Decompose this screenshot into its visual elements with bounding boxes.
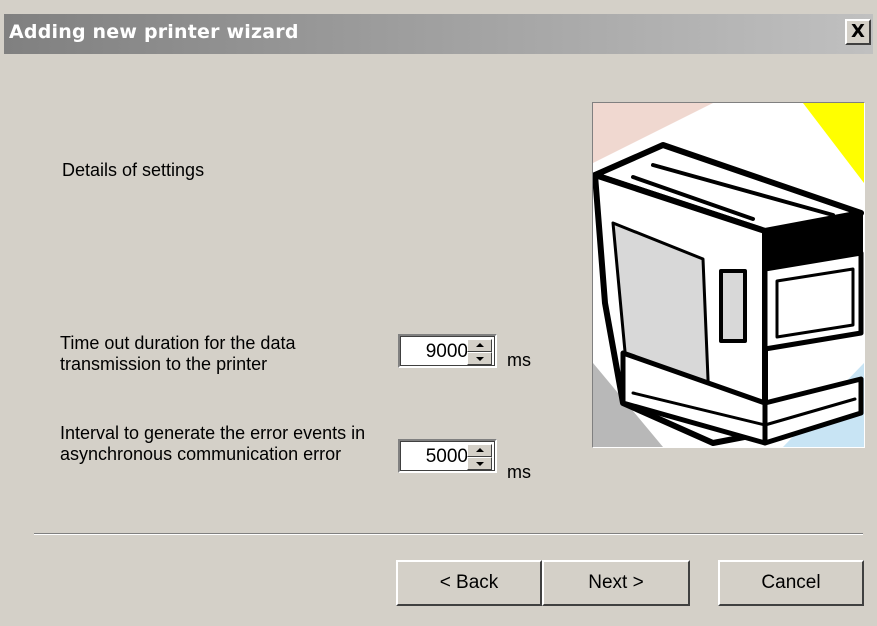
title-bar[interactable]: Adding new printer wizard X bbox=[4, 14, 873, 54]
arrow-up-icon bbox=[476, 448, 484, 452]
wizard-dialog: Adding new printer wizard X Details of s… bbox=[0, 0, 877, 626]
arrow-down-icon bbox=[476, 357, 484, 361]
printer-front-panel bbox=[775, 267, 855, 339]
interval-spin-buttons bbox=[467, 444, 492, 470]
timeout-spinner[interactable] bbox=[398, 334, 497, 368]
separator-line bbox=[34, 533, 863, 535]
timeout-label: Time out duration for the data transmiss… bbox=[60, 333, 296, 374]
interval-decrement-button[interactable] bbox=[467, 457, 492, 470]
close-button[interactable]: X bbox=[845, 19, 871, 45]
window-title: Adding new printer wizard bbox=[9, 21, 299, 43]
timeout-input[interactable] bbox=[404, 340, 468, 364]
arrow-down-icon bbox=[476, 462, 484, 466]
interval-increment-button[interactable] bbox=[467, 444, 492, 457]
interval-label: Interval to generate the error events in… bbox=[60, 423, 366, 464]
timeout-increment-button[interactable] bbox=[467, 339, 492, 352]
back-button[interactable]: < Back bbox=[396, 560, 542, 606]
interval-spinner[interactable] bbox=[398, 439, 497, 473]
close-icon: X bbox=[851, 21, 865, 42]
timeout-unit: ms bbox=[507, 350, 531, 370]
interval-unit: ms bbox=[507, 462, 531, 482]
next-button[interactable]: Next > bbox=[542, 560, 690, 606]
page-heading: Details of settings bbox=[62, 160, 205, 180]
timeout-decrement-button[interactable] bbox=[467, 352, 492, 365]
printer-illustration bbox=[592, 102, 865, 448]
timeout-spin-buttons bbox=[467, 339, 492, 365]
printer-icon bbox=[593, 103, 864, 447]
illustration-yellow-corner bbox=[803, 103, 864, 183]
interval-input[interactable] bbox=[404, 445, 468, 469]
printer-slot bbox=[719, 269, 747, 343]
arrow-up-icon bbox=[476, 343, 484, 347]
cancel-button[interactable]: Cancel bbox=[718, 560, 864, 606]
